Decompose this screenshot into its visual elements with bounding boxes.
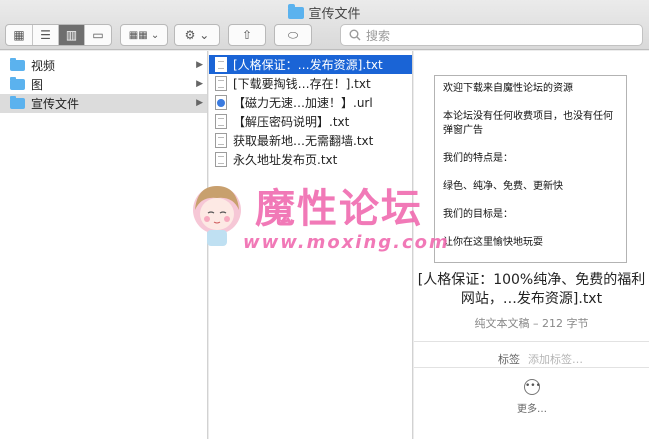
preview-line: 我们的目标是：: [443, 209, 513, 220]
file-item[interactable]: [下载要掏钱…存在！].txt: [209, 74, 412, 93]
more-icon: •••: [524, 379, 541, 395]
chevron-right-icon: ▶: [196, 79, 203, 89]
file-item[interactable]: 获取最新地…无需翻墙.txt: [209, 131, 412, 150]
file-item[interactable]: 【解压密码说明】.txt: [209, 112, 412, 131]
text-file-icon: [215, 76, 227, 91]
gear-icon: ⚙ ⌄: [184, 28, 210, 42]
tag-button[interactable]: ⬭: [274, 24, 312, 46]
view-switcher: ▦ ☰ ▥ ▭: [5, 24, 112, 46]
file-item[interactable]: [人格保证：…发布资源].txt: [209, 55, 412, 74]
tags-input[interactable]: 添加标签…: [528, 351, 583, 367]
column-view-icon: ▥: [65, 28, 78, 42]
url-file-icon: [215, 95, 227, 110]
chevron-right-icon: ▶: [196, 60, 203, 70]
text-file-icon: [215, 152, 227, 167]
icon-view-button[interactable]: ▦: [6, 25, 33, 45]
text-file-icon: [215, 114, 227, 129]
preview-line: 本论坛没有任何收费项目，也没有任何弹窗广告: [443, 111, 613, 136]
file-preview[interactable]: 欢迎下载来自魔性论坛的资源 本论坛没有任何收费项目，也没有任何弹窗广告 我们的特…: [434, 75, 627, 263]
icon-view-icon: ▦: [13, 28, 25, 42]
column-view-button[interactable]: ▥: [59, 25, 85, 45]
text-file-icon: [215, 57, 227, 72]
window-title-text: 宣传文件: [308, 7, 361, 22]
share-icon: ⇧: [241, 28, 253, 42]
more-button[interactable]: ••• 更多…: [517, 379, 547, 415]
preview-line: 绿色、纯净、免费、更新快: [443, 181, 563, 192]
preview-line: 让你在这里愉快地玩耍: [443, 237, 543, 248]
group-button[interactable]: ▦▦ ⌄: [120, 24, 168, 46]
folders-column: 视频 ▶ 图 ▶ 宣传文件 ▶: [0, 51, 208, 439]
folder-icon: [288, 3, 305, 19]
text-file-icon: [215, 133, 227, 148]
tags-row: 标签 添加标签…: [498, 351, 583, 367]
group-icon: ▦▦ ⌄: [128, 29, 160, 41]
list-view-button[interactable]: ☰: [33, 25, 59, 45]
file-item[interactable]: 永久地址发布页.txt: [209, 150, 412, 169]
preview-line: 欢迎下载来自魔性论坛的资源: [443, 83, 573, 94]
list-view-icon: ☰: [40, 28, 51, 42]
window-title: 宣传文件: [0, 3, 649, 22]
action-button[interactable]: ⚙ ⌄: [174, 24, 220, 46]
toolbar: 宣传文件 ▦ ☰ ▥ ▭ ▦▦ ⌄ ⚙ ⌄ ⇧ ⬭ 搜索: [0, 0, 649, 50]
folder-item-images[interactable]: 图 ▶: [0, 75, 207, 94]
folder-icon: [10, 77, 25, 90]
gallery-view-icon: ▭: [92, 28, 104, 42]
file-item[interactable]: 【磁力无速…加速！】.url: [209, 93, 412, 112]
chevron-right-icon: ▶: [196, 98, 203, 108]
folder-icon: [10, 58, 25, 71]
preview-file-name: [人格保证：100%纯净、免费的福利网站，…发布资源].txt: [417, 272, 646, 307]
preview-file-info: 纯文本文稿 – 212 字节: [474, 317, 589, 330]
share-button[interactable]: ⇧: [228, 24, 266, 46]
preview-line: 我们的特点是：: [443, 153, 513, 164]
gallery-view-button[interactable]: ▭: [85, 25, 111, 45]
search-placeholder: 搜索: [366, 28, 391, 43]
more-label: 更多…: [517, 404, 547, 415]
tag-icon: ⬭: [287, 27, 299, 42]
search-icon: [349, 29, 361, 41]
preview-pane: 欢迎下载来自魔性论坛的资源 本论坛没有任何收费项目，也没有任何弹窗广告 我们的特…: [414, 51, 649, 439]
tags-label: 标签: [498, 353, 520, 366]
folder-item-videos[interactable]: 视频 ▶: [0, 56, 207, 75]
files-column: [人格保证：…发布资源].txt [下载要掏钱…存在！].txt 【磁力无速…加…: [209, 51, 413, 439]
search-input[interactable]: 搜索: [340, 24, 643, 46]
divider: [414, 367, 649, 368]
folder-item-promo[interactable]: 宣传文件 ▶: [0, 94, 207, 113]
divider: [414, 341, 649, 342]
folder-icon: [10, 96, 25, 109]
